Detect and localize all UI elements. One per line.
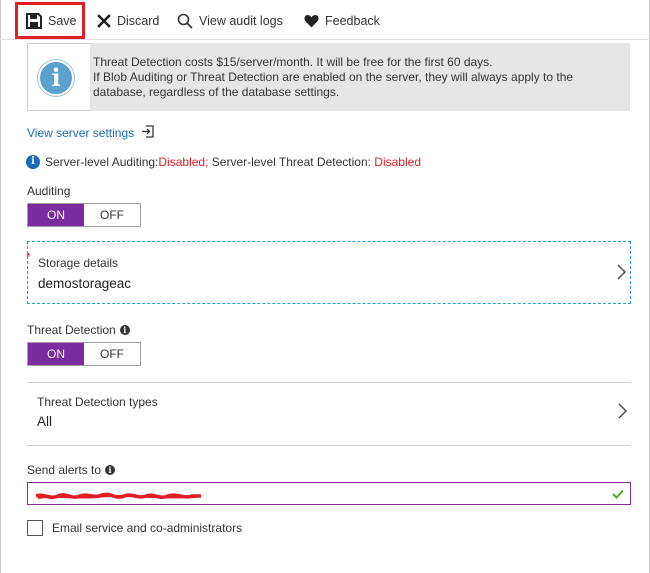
email-admins-option[interactable]: Email service and co-administrators	[27, 520, 242, 536]
server-threat-label: Server-level Threat Detection:	[208, 155, 375, 169]
info-icon: i	[26, 155, 40, 169]
command-bar: Save Discard View audit logs Feedback	[0, 0, 650, 40]
threat-detection-types-value: All	[37, 414, 53, 429]
threat-detection-on-option[interactable]: ON	[28, 343, 84, 365]
info-banner-line1: Threat Detection costs $15/server/month.…	[93, 55, 493, 69]
discard-button[interactable]: Discard	[97, 9, 159, 33]
view-audit-logs-label: View audit logs	[199, 14, 283, 28]
open-blade-icon	[134, 125, 154, 141]
threat-detection-label-text: Threat Detection	[27, 323, 116, 337]
heart-icon	[304, 14, 319, 28]
view-server-settings-label: View server settings	[27, 126, 135, 140]
view-server-settings-link[interactable]: View server settings	[27, 125, 154, 141]
storage-details-label: Storage details	[38, 256, 119, 270]
threat-detection-types-label: Threat Detection types	[37, 395, 158, 409]
chevron-right-icon	[618, 403, 627, 422]
auditing-label-text: Auditing	[27, 184, 71, 198]
chevron-right-icon	[617, 264, 626, 283]
save-label: Save	[48, 14, 77, 28]
info-icon: i	[38, 60, 74, 96]
auditing-off-option[interactable]: OFF	[84, 204, 140, 226]
storage-details-value: demostorageac	[38, 276, 132, 291]
search-icon	[177, 13, 193, 29]
view-audit-logs-button[interactable]: View audit logs	[177, 9, 283, 33]
email-admins-checkbox[interactable]	[27, 520, 43, 536]
threat-detection-off-option[interactable]: OFF	[84, 343, 140, 365]
close-icon	[97, 14, 111, 28]
info-banner-line2: If Blob Auditing or Threat Detection are…	[93, 70, 574, 99]
server-threat-value: Disabled	[374, 155, 421, 169]
threat-detection-label: Threat Detection i	[27, 323, 130, 337]
divider	[27, 445, 631, 446]
checkmark-icon	[612, 488, 624, 502]
redaction-scribble	[35, 490, 201, 500]
server-level-status: i Server-level Auditing: Disabled ; Serv…	[26, 155, 421, 169]
email-admins-label: Email service and co-administrators	[52, 521, 243, 535]
info-icon: i	[105, 465, 116, 475]
auditing-on-option[interactable]: ON	[28, 204, 84, 226]
auditing-toggle[interactable]: ON OFF	[27, 203, 141, 227]
info-icon-box: i	[27, 43, 90, 111]
feedback-button[interactable]: Feedback	[304, 9, 380, 33]
info-icon: i	[119, 325, 130, 335]
required-mark: *	[26, 250, 31, 264]
send-alerts-email-input[interactable]	[27, 482, 631, 505]
save-button[interactable]: Save	[26, 9, 77, 33]
info-banner-text: Threat Detection costs $15/server/month.…	[93, 55, 621, 100]
storage-details-selector[interactable]: * Storage details demostorageac	[26, 241, 631, 304]
server-auditing-value: Disabled	[158, 155, 206, 169]
send-alerts-label: Send alerts to i	[27, 463, 116, 477]
info-banner: i Threat Detection costs $15/server/mont…	[27, 43, 630, 111]
discard-label: Discard	[117, 14, 160, 28]
auditing-label: Auditing	[27, 184, 70, 198]
feedback-label: Feedback	[325, 14, 380, 28]
server-auditing-label: Server-level Auditing:	[45, 155, 159, 169]
threat-detection-toggle[interactable]: ON OFF	[27, 342, 141, 366]
threat-detection-types-selector[interactable]: Threat Detection types All	[27, 383, 631, 445]
save-icon	[26, 13, 42, 29]
send-alerts-label-text: Send alerts to	[27, 463, 102, 477]
